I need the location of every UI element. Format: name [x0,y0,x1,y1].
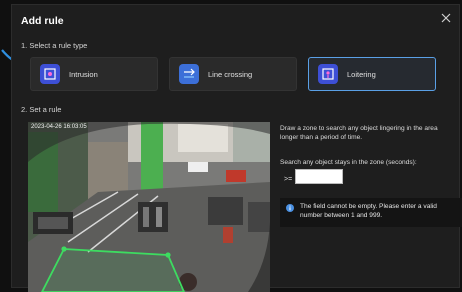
step2-label: 2. Set a rule [21,105,62,114]
dialog-title: Add rule [21,15,64,27]
error-message-box: The field cannot be empty. Please enter … [280,198,462,227]
rule-description: Draw a zone to search any object lingeri… [280,125,438,141]
camera-view[interactable]: 2023-04-26 16:03:05 [28,122,270,292]
error-message: The field cannot be empty. Please enter … [300,203,437,219]
operator-label: >= [284,176,293,183]
intrusion-icon [40,64,60,84]
add-rule-dialog: Add rule 1. Select a rule type Intrusion… [11,4,462,292]
camera-timestamp: 2023-04-26 16:03:05 [31,124,87,130]
rule-type-label: Loitering [347,69,376,79]
step1-label: 1. Select a rule type [21,41,88,50]
rule-type-label: Line crossing [208,69,253,79]
rule-type-loitering[interactable]: Loitering [308,57,436,91]
rule-type-label: Intrusion [69,69,98,79]
seconds-label: Search any object stays in the zone (sec… [280,159,417,166]
loitering-icon [318,64,338,84]
info-icon [286,204,294,212]
rule-type-intrusion[interactable]: Intrusion [30,57,158,91]
camera-scene [28,122,270,292]
rule-type-line-crossing[interactable]: Line crossing [169,57,297,91]
close-icon[interactable] [439,11,453,25]
line-crossing-icon [179,64,199,84]
seconds-input[interactable] [295,169,343,184]
